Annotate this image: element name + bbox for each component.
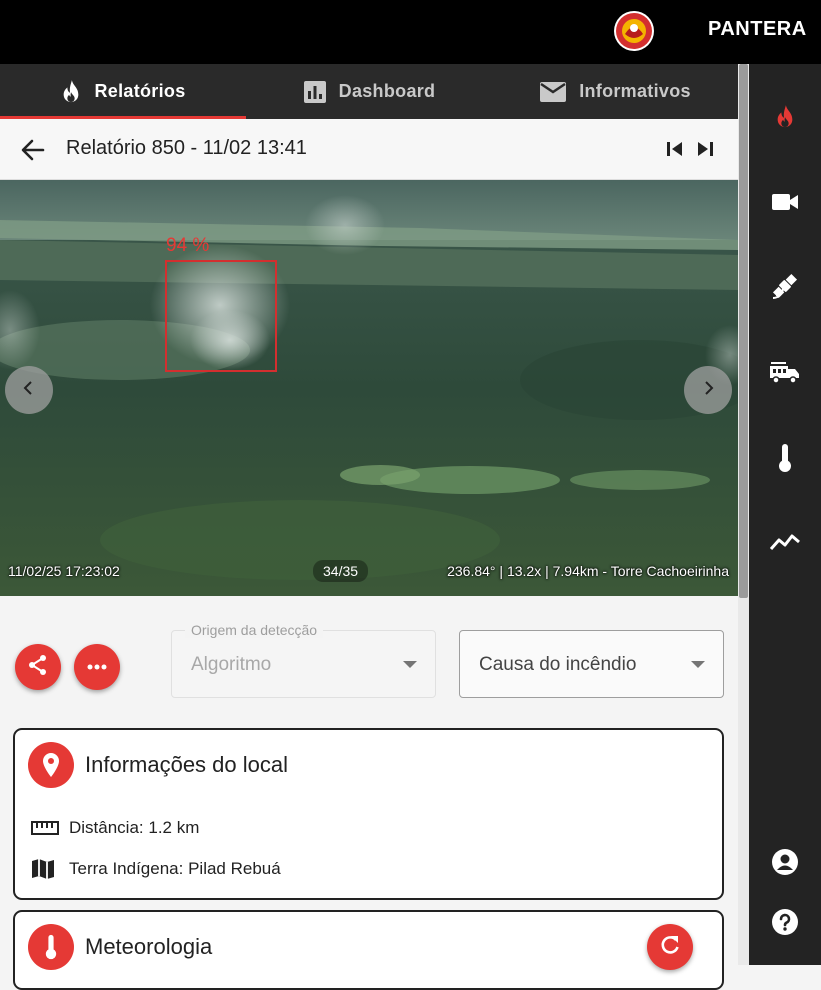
more-options-button[interactable] [74,644,120,690]
dropdown-arrow-icon [403,661,417,668]
rail-account-button[interactable] [749,840,821,888]
image-timestamp: 11/02/25 17:23:02 [8,563,120,579]
distance-row: Distância: 1.2 km [31,818,199,838]
tab-label: Informativos [579,81,691,101]
camera-icon [772,193,798,216]
bar-chart-icon [303,80,327,104]
more-horizontal-icon [86,658,108,676]
share-icon [27,654,49,681]
brigade-logo [613,10,655,52]
territory-row: Terra Indígena: Pilad Rebuá [31,858,281,880]
rail-thermometer-button[interactable] [749,436,821,484]
detection-origin-label: Origem da detecção [185,622,324,638]
tab-dashboard[interactable]: Dashboard [246,64,492,119]
tab-label: Dashboard [338,81,436,101]
first-report-button[interactable] [664,138,686,160]
rail-fire-truck-button[interactable] [749,350,821,398]
camera-image[interactable]: 94 % 11/02/25 17:23:02 34/35 236.84° | 1… [0,180,738,596]
camera-info: 236.84° | 13.2x | 7.94km - Torre Cachoei… [447,563,729,579]
weather-card-title: Meteorologia [85,934,213,959]
line-chart-icon [769,532,800,557]
rail-fire-button[interactable] [749,95,821,143]
chevron-left-icon [21,380,37,401]
rail-satellite-button[interactable] [749,264,821,312]
help-icon [771,908,799,941]
chevron-right-icon [700,380,716,401]
location-pin-icon [28,742,74,788]
fire-cause-value: Causa do incêndio [479,654,637,675]
map-icon [31,858,59,880]
right-rail [749,64,821,965]
tab-relatorios[interactable]: Relatórios [0,64,246,119]
image-counter: 34/35 [313,560,369,582]
territory-text: Terra Indígena: Pilad Rebuá [69,859,281,878]
fire-truck-icon [770,360,800,389]
next-image-button[interactable] [684,366,732,414]
report-header: Relatório 850 - 11/02 13:41 [0,119,738,180]
tab-informativos[interactable]: Informativos [492,64,738,119]
account-icon [771,848,799,881]
rail-line-chart-button[interactable] [749,520,821,568]
ruler-icon [31,821,59,835]
detection-origin-value: Algoritmo [191,654,272,675]
distance-text: Distância: 1.2 km [69,818,200,837]
rail-camera-button[interactable] [749,180,821,228]
main-tabs: Relatórios Dashboard Informativos [0,64,738,119]
location-card-title: Informações do local [85,752,288,777]
report-title: Relatório 850 - 11/02 13:41 [66,137,307,159]
weather-card: Meteorologia [13,910,724,990]
detection-box [165,260,277,372]
fire-icon [60,79,82,105]
skip-next-icon [694,142,716,164]
last-report-button[interactable] [694,138,716,160]
previous-image-button[interactable] [5,366,53,414]
mail-icon [539,81,567,103]
fire-cause-select[interactable]: Causa do incêndio [459,630,724,698]
top-bar: PANTERA [0,0,821,64]
rail-help-button[interactable] [749,900,821,948]
refresh-weather-button[interactable] [647,924,693,970]
location-info-card: Informações do local Distância: 1.2 km T… [13,728,724,900]
thermometer-icon [28,924,74,970]
fire-icon [774,104,796,135]
thermometer-icon [777,443,793,478]
skip-previous-icon [664,142,686,164]
scrollbar-thumb[interactable] [739,64,748,598]
refresh-icon [659,934,681,961]
detection-origin-select[interactable]: Origem da detecção Algoritmo [171,622,436,698]
back-button[interactable] [18,135,48,165]
detection-confidence: 94 % [166,235,210,256]
share-button[interactable] [15,644,61,690]
camera-scene-image [0,180,738,596]
tab-label: Relatórios [94,81,186,101]
app-name: PANTERA [708,18,807,40]
dropdown-arrow-icon [691,661,705,668]
satellite-icon [770,271,800,306]
